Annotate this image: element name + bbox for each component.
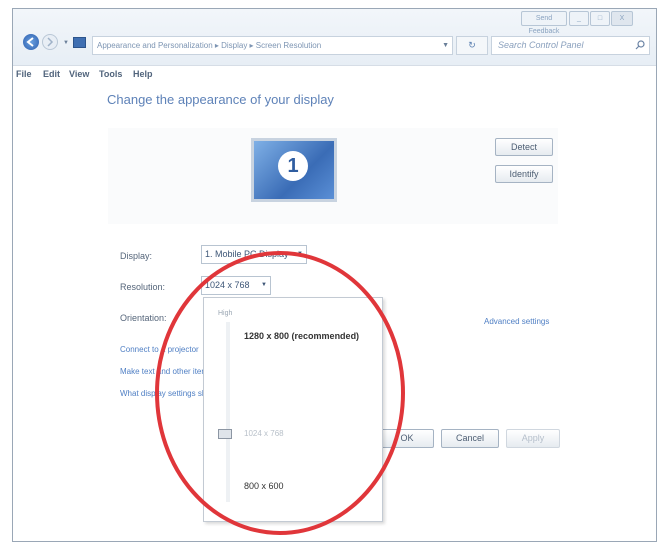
minimize-button[interactable]: _ [569,11,589,26]
resolution-dropdown: High 1280 x 800 (recommended) 1024 x 768… [203,297,383,522]
title-bar: Send Feedback _ □ X ▼ Appearance and Per… [13,9,656,66]
orientation-label: Orientation: [120,313,167,323]
menu-file[interactable]: File [16,69,32,79]
display-value: 1. Mobile PC Display [205,249,289,259]
menu-tools[interactable]: Tools [99,69,122,79]
slider-thumb[interactable] [218,429,232,439]
ok-button[interactable]: OK [380,429,434,448]
send-feedback-button[interactable]: Send Feedback [521,11,567,35]
refresh-icon: ↻ [468,40,476,50]
close-button[interactable]: X [611,11,633,26]
resolution-value: 1024 x 768 [205,280,250,290]
monitor-1-icon[interactable]: 1 [251,138,337,202]
back-button[interactable] [23,34,39,50]
menu-bar: File Edit View Tools Help [13,67,656,83]
chevron-down-icon: ▼ [261,282,267,288]
menu-help[interactable]: Help [133,69,153,79]
page-heading: Change the appearance of your display [107,92,334,107]
detect-button[interactable]: Detect [495,138,553,156]
forward-button[interactable] [42,34,58,50]
forward-arrow-icon [47,37,54,47]
identify-button[interactable]: Identify [495,165,553,183]
refresh-button[interactable]: ↻ [456,36,488,55]
connect-projector-link[interactable]: Connect to a projector [120,345,199,354]
address-dropdown-icon[interactable]: ▼ [442,37,449,54]
monitor-number: 1 [278,151,308,181]
recent-pages-chevron-icon[interactable]: ▼ [63,40,69,46]
apply-button[interactable]: Apply [506,429,560,448]
back-arrow-icon [26,37,34,47]
chevron-down-icon: ▼ [297,251,303,257]
advanced-settings-link[interactable]: Advanced settings [484,317,549,326]
maximize-button[interactable]: □ [590,11,610,26]
search-input[interactable]: Search Control Panel [491,36,650,55]
search-placeholder: Search Control Panel [498,40,584,50]
address-path: Appearance and Personalization ▸ Display… [97,41,322,50]
display-label: Display: [120,251,153,261]
menu-edit[interactable]: Edit [43,69,60,79]
control-panel-icon [73,37,86,48]
search-icon [635,40,645,50]
resolution-select[interactable]: 1024 x 768 ▼ [201,276,271,295]
resolution-option-1024x768[interactable]: 1024 x 768 [244,429,284,438]
resolution-slider-track[interactable] [226,322,230,502]
cancel-button[interactable]: Cancel [441,429,499,448]
resolution-option-800x600[interactable]: 800 x 600 [244,481,284,491]
slider-high-label: High [218,310,233,317]
resolution-option-1280x800[interactable]: 1280 x 800 (recommended) [244,331,359,341]
menu-view[interactable]: View [69,69,89,79]
address-bar[interactable]: Appearance and Personalization ▸ Display… [92,36,453,55]
resolution-label: Resolution: [120,282,166,292]
display-select[interactable]: 1. Mobile PC Display ▼ [201,245,307,264]
